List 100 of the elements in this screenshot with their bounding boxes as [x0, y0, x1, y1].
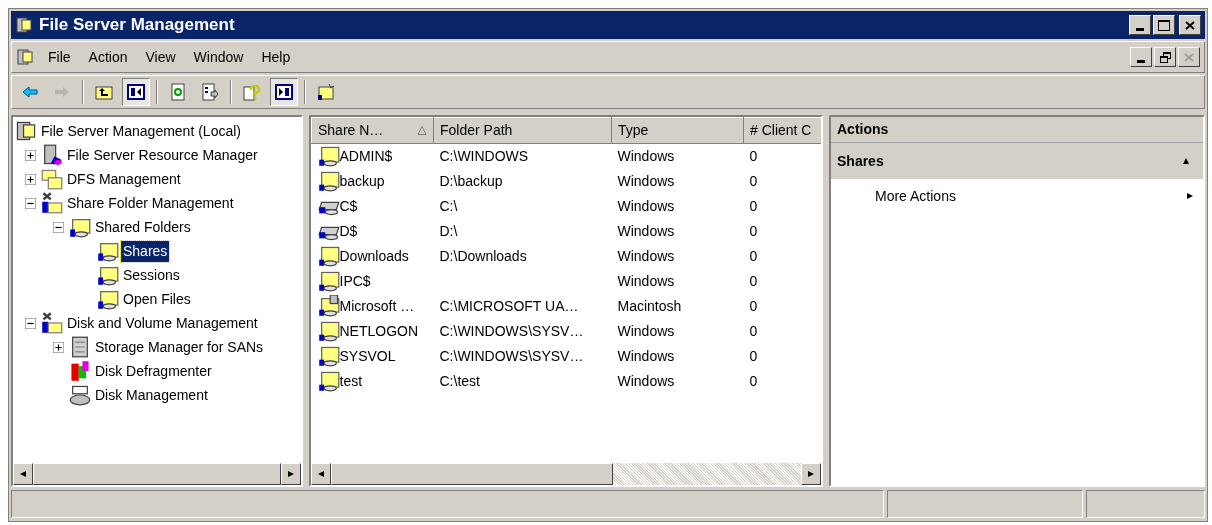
window-title: File Server Management [39, 14, 235, 37]
help-icon [243, 83, 261, 101]
table-cell-text: Microsoft … [339, 296, 415, 316]
table-cell-text: IPC$ [339, 271, 371, 291]
table-cell: Macintosh [617, 297, 682, 314]
scroll-left-button[interactable] [311, 463, 331, 485]
triangle-right-icon [288, 469, 294, 479]
table-cell-text: D$ [339, 221, 358, 241]
collapse-icon[interactable] [24, 197, 36, 209]
scroll-left-button[interactable] [13, 463, 33, 485]
tools-folder-icon [41, 312, 63, 334]
shared-folder-icon [317, 245, 340, 267]
table-cell: 0 [749, 272, 758, 289]
tree-item[interactable]: Shared Folders [93, 216, 193, 238]
server-icon [41, 144, 63, 166]
shared-folder-icon [317, 270, 340, 292]
restore-button[interactable] [1154, 47, 1176, 67]
table-cell: Windows [617, 147, 675, 164]
tree-item[interactable]: Storage Manager for SANs [93, 336, 266, 358]
table-cell: Windows [617, 322, 675, 339]
action-item[interactable]: More Actions [831, 179, 1203, 213]
table-cell: C:\WINDOWS [439, 147, 529, 164]
tree-item[interactable]: Open Files [121, 288, 193, 310]
table-cell-text: test [339, 371, 363, 391]
defragmenter-icon [69, 360, 91, 382]
table-cell: C:\WINDOWS\SYSV… [439, 347, 584, 364]
expand-icon[interactable] [52, 341, 64, 353]
refresh-icon [169, 83, 187, 101]
scroll-thumb[interactable] [331, 463, 613, 485]
close-icon [1184, 52, 1194, 62]
tree-item[interactable]: Disk Management [93, 384, 210, 406]
table-cell-text: Downloads [339, 246, 409, 266]
menu-item[interactable]: View [137, 44, 184, 70]
triangle-left-icon [318, 469, 324, 479]
folders-icon [41, 168, 63, 190]
minimize-button[interactable] [1130, 47, 1152, 67]
table-cell-text: ADMIN$ [339, 146, 393, 166]
tree-item[interactable]: File Server Management (Local) [39, 120, 243, 142]
tree-item[interactable]: Sessions [121, 264, 182, 286]
table-cell-text: SYSVOL [339, 346, 396, 366]
section-title: Shares [837, 151, 884, 171]
shared-folder-icon [97, 240, 119, 262]
menu-item[interactable]: Window [185, 44, 252, 70]
triangle-left-icon [20, 469, 26, 479]
tree-item[interactable]: Disk Defragmenter [93, 360, 214, 382]
maximize-button[interactable] [1153, 15, 1175, 35]
shared-folder-icon [317, 170, 340, 192]
table-cell: Windows [617, 247, 675, 264]
tree-item[interactable]: File Server Resource Manager [65, 144, 260, 166]
table-cell: Windows [617, 272, 675, 289]
table-cell: 0 [749, 372, 758, 389]
expand-icon[interactable] [24, 173, 36, 185]
section-header[interactable]: Shares [831, 143, 1203, 179]
pane-icon [127, 83, 145, 101]
table-cell: Windows [617, 172, 675, 189]
shared-folder-icon [317, 145, 340, 168]
collapse-icon[interactable] [24, 317, 36, 329]
document-icon [16, 48, 34, 66]
table-cell: 0 [749, 322, 758, 339]
maximize-icon [1158, 19, 1170, 31]
collapse-icon[interactable] [52, 221, 64, 233]
shared-computer-folder-icon [317, 295, 340, 317]
expand-icon[interactable] [24, 149, 36, 161]
menu-item[interactable]: File [40, 44, 79, 70]
menu-item[interactable]: Action [80, 44, 136, 70]
tree-item[interactable]: DFS Management [65, 168, 183, 190]
minimize-button[interactable] [1129, 15, 1151, 35]
triangle-right-icon [808, 469, 814, 479]
toolbar-button[interactable] [270, 78, 298, 106]
tree-item[interactable]: Disk and Volume Management [65, 312, 260, 334]
table-cell: 0 [749, 172, 758, 189]
close-button[interactable] [1179, 15, 1201, 35]
table-cell: Windows [617, 222, 675, 239]
table-cell-text: C$ [339, 196, 358, 216]
scroll-right-button[interactable] [281, 463, 301, 485]
minimize-icon [1137, 60, 1145, 63]
table-cell: 0 [749, 347, 758, 364]
table-cell: Windows [617, 372, 675, 389]
table-cell: C:\ [439, 197, 458, 214]
shared-folder-icon [97, 264, 119, 286]
scroll-right-button[interactable] [801, 463, 821, 485]
server-app-icon [15, 16, 33, 34]
shared-folder-icon [317, 370, 340, 392]
table-cell: 0 [749, 197, 758, 214]
table-cell: C:\WINDOWS\SYSV… [439, 322, 584, 339]
column-header[interactable]: Type [618, 120, 649, 141]
restore-icon [1159, 51, 1171, 63]
menu-item[interactable]: Help [253, 44, 299, 70]
tree-item[interactable]: Share Folder Management [65, 192, 236, 214]
toolbar-button[interactable] [122, 78, 150, 106]
minimize-icon [1136, 28, 1144, 31]
close-button[interactable] [1178, 47, 1200, 67]
pane-icon [275, 83, 293, 101]
disk-drive-icon [69, 384, 91, 406]
server-app-icon [15, 120, 37, 142]
horizontal-scrollbar[interactable] [311, 463, 821, 485]
export-list-icon [201, 83, 219, 101]
table-cell-text: backup [339, 171, 385, 191]
tree-item[interactable]: Shares [121, 240, 170, 262]
back-arrow-icon [21, 83, 39, 101]
